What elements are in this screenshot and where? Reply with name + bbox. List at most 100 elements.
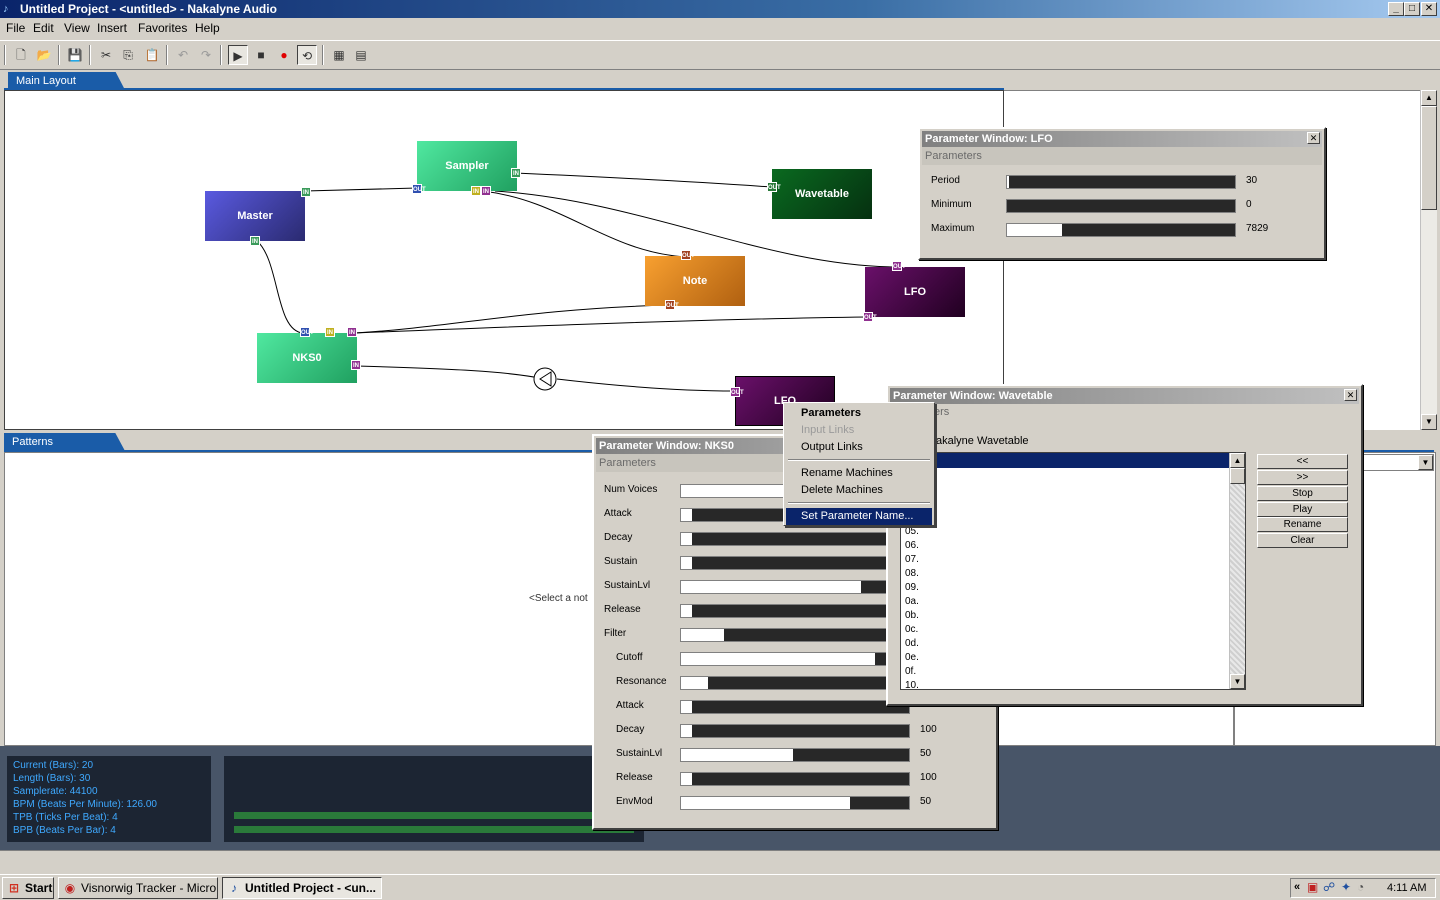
close-icon[interactable]: ✕ [1344, 389, 1357, 401]
tab-patterns[interactable]: Patterns [4, 433, 125, 451]
start-button[interactable]: ⊞ Start [2, 877, 54, 899]
menu-item-output-links[interactable]: Output Links [786, 439, 932, 456]
menu-help[interactable]: Help [195, 21, 220, 35]
menu-file[interactable]: File [6, 21, 25, 35]
port-in[interactable]: IN [481, 186, 491, 196]
menu-item-input-links[interactable]: Input Links [786, 422, 932, 439]
param-slider[interactable] [1006, 199, 1236, 213]
port-out[interactable]: OUT [767, 182, 781, 192]
main-layout-canvas[interactable]: Master IN IN Sampler OUT IN IN IN Waveta… [4, 90, 1004, 430]
scroll-thumb[interactable] [1421, 106, 1437, 210]
chevron-down-icon[interactable]: ▼ [1418, 455, 1433, 470]
wavetable-list-scrollbar[interactable]: ▲ ▼ [1229, 453, 1245, 689]
menu-item-delete-machines[interactable]: Delete Machines [786, 482, 932, 499]
tray-expand-icon[interactable]: « [1294, 881, 1300, 893]
bluetooth-icon[interactable]: ✦ [1341, 880, 1351, 894]
title-bar[interactable]: ♪ Untitled Project - <untitled> - Nakaly… [0, 0, 1440, 18]
list-item[interactable]: 10. [905, 679, 919, 689]
redo-icon[interactable]: ↷ [196, 45, 216, 65]
menu-item-parameters[interactable]: Parameters [786, 405, 932, 422]
port-in[interactable]: IN [301, 187, 311, 197]
param-slider[interactable] [680, 700, 910, 714]
menu-favorites[interactable]: Favorites [138, 21, 187, 35]
list-item[interactable]: 05. [905, 525, 919, 539]
record-icon[interactable]: ● [274, 45, 294, 65]
loop-icon[interactable]: ⟲ [297, 45, 317, 65]
play-icon[interactable]: ▶ [228, 45, 248, 65]
next-button[interactable]: >> [1257, 470, 1348, 485]
play-button[interactable]: Play [1257, 502, 1348, 517]
rename-button[interactable]: Rename [1257, 517, 1348, 532]
machine-lfo[interactable]: LFO [865, 267, 965, 317]
param-slider[interactable] [1006, 223, 1236, 237]
list-item[interactable]: 0c. [905, 623, 918, 637]
list-item[interactable]: 09. [905, 581, 919, 595]
selected-row[interactable] [901, 453, 1231, 468]
prev-button[interactable]: << [1257, 454, 1348, 469]
scroll-down-icon[interactable]: ▼ [1421, 414, 1437, 430]
close-icon[interactable]: ✕ [1307, 132, 1320, 144]
menu-view[interactable]: View [64, 21, 90, 35]
stop-icon[interactable]: ■ [251, 45, 271, 65]
machine-wavetable[interactable]: Wavetable [772, 169, 872, 219]
list-item[interactable]: 0a. [905, 595, 919, 609]
port-in[interactable]: IN [351, 360, 361, 370]
scroll-down-icon[interactable]: ▼ [1230, 674, 1245, 689]
network-icon[interactable]: ☍ [1323, 880, 1335, 894]
port-in[interactable]: IN [250, 236, 260, 246]
list-item[interactable]: 08. [905, 567, 919, 581]
port-out[interactable]: OUT [300, 327, 314, 337]
pattern-dropdown[interactable]: ▼ [1360, 454, 1434, 471]
tray-app-icon[interactable]: ▣ [1307, 880, 1318, 894]
param-slider[interactable] [1006, 175, 1236, 189]
clear-button[interactable]: Clear [1257, 533, 1348, 548]
port-in[interactable]: IN [347, 327, 357, 337]
param-slider[interactable] [680, 676, 910, 690]
taskbar-item-nakalyne[interactable]: ♪ Untitled Project - <un... [222, 877, 382, 899]
volume-icon[interactable]: ◔ [1357, 880, 1364, 894]
list-item[interactable]: 07. [905, 553, 919, 567]
port-out[interactable]: OUT [730, 387, 744, 397]
port-out[interactable]: OUT [681, 250, 695, 260]
machine-note[interactable]: Note [645, 256, 745, 306]
port-in[interactable]: IN [511, 168, 521, 178]
lfo-parameter-window[interactable]: Parameter Window: LFO ✕ Parameters Perio… [918, 127, 1326, 260]
param-slider[interactable] [680, 724, 910, 738]
scroll-up-icon[interactable]: ▲ [1421, 90, 1437, 106]
machine-master[interactable]: Master [205, 191, 305, 241]
paste-icon[interactable]: 📋 [142, 45, 162, 65]
undo-icon[interactable]: ↶ [173, 45, 193, 65]
list-item[interactable]: 0e. [905, 651, 919, 665]
minimize-button[interactable]: _ [1388, 2, 1404, 16]
wavetable-window-title-bar[interactable]: Parameter Window: Wavetable ✕ [890, 388, 1359, 404]
menu-insert[interactable]: Insert [97, 21, 127, 35]
close-button[interactable]: ✕ [1421, 2, 1437, 16]
param-slider[interactable] [680, 532, 910, 546]
context-menu[interactable]: Parameters Input Links Output Links Rena… [783, 402, 935, 526]
scroll-up-icon[interactable]: ▲ [1230, 453, 1245, 468]
param-slider[interactable] [680, 796, 910, 810]
cut-icon[interactable]: ✂ [96, 45, 116, 65]
copy-icon[interactable]: ⎘ [118, 45, 138, 65]
layout-scrollbar[interactable]: ▲ ▼ [1420, 90, 1437, 430]
param-slider[interactable] [680, 604, 910, 618]
new-file-icon[interactable]: 🗋 [11, 45, 31, 65]
save-icon[interactable]: 💾 [65, 45, 85, 65]
param-slider[interactable] [680, 580, 910, 594]
open-folder-icon[interactable]: 📂 [34, 45, 54, 65]
param-slider[interactable] [680, 748, 910, 762]
port-out[interactable]: OUT [412, 184, 426, 194]
view-patterns-icon[interactable]: ▤ [351, 45, 371, 65]
wavetable-list[interactable]: 05. 06. 07. 08. 09. 0a. 0b. 0c. 0d. 0e. 0f. 10. ▲ ▼ [900, 452, 1246, 690]
param-slider[interactable] [680, 772, 910, 786]
lfo-window-title-bar[interactable]: Parameter Window: LFO ✕ [922, 131, 1322, 147]
param-slider[interactable] [680, 652, 910, 666]
view-layout-icon[interactable]: ▦ [329, 45, 349, 65]
stop-button[interactable]: Stop [1257, 486, 1348, 501]
menu-item-rename-machines[interactable]: Rename Machines [786, 465, 932, 482]
list-item[interactable]: 0b. [905, 609, 919, 623]
maximize-button[interactable]: □ [1404, 2, 1420, 16]
port-out[interactable]: OUT [863, 312, 877, 322]
scroll-thumb[interactable] [1230, 468, 1245, 484]
port-out[interactable]: OUT [892, 261, 906, 271]
